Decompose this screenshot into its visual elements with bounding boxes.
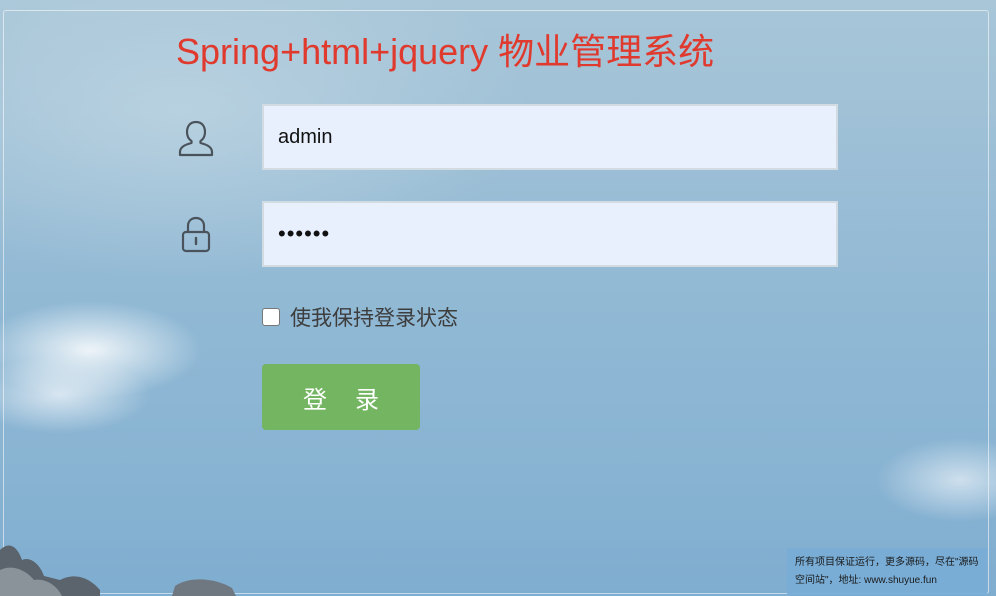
login-panel-frame: [3, 10, 989, 594]
rocks-decoration: [0, 545, 236, 596]
login-page-background: Spring+html+jquery 物业管理系统 使我保持登录状态 登录 所有…: [0, 0, 996, 596]
remember-me-checkbox[interactable]: [262, 308, 280, 326]
username-input[interactable]: [262, 104, 838, 170]
page-title: Spring+html+jquery 物业管理系统: [176, 31, 715, 72]
login-button[interactable]: 登录: [262, 364, 420, 430]
source-site-notice: 所有项目保证运行，更多源码，尽在"源码 空间站"，地址: www.shuyue.…: [787, 548, 987, 596]
remember-me-row: 使我保持登录状态: [262, 302, 458, 332]
lock-icon: [181, 216, 211, 253]
notice-line-2[interactable]: 空间站"，地址: www.shuyue.fun: [795, 572, 979, 590]
user-icon: [178, 120, 214, 157]
remember-me-label[interactable]: 使我保持登录状态: [290, 302, 458, 332]
notice-line-1: 所有项目保证运行，更多源码，尽在"源码: [795, 557, 979, 568]
password-input[interactable]: [262, 201, 838, 267]
